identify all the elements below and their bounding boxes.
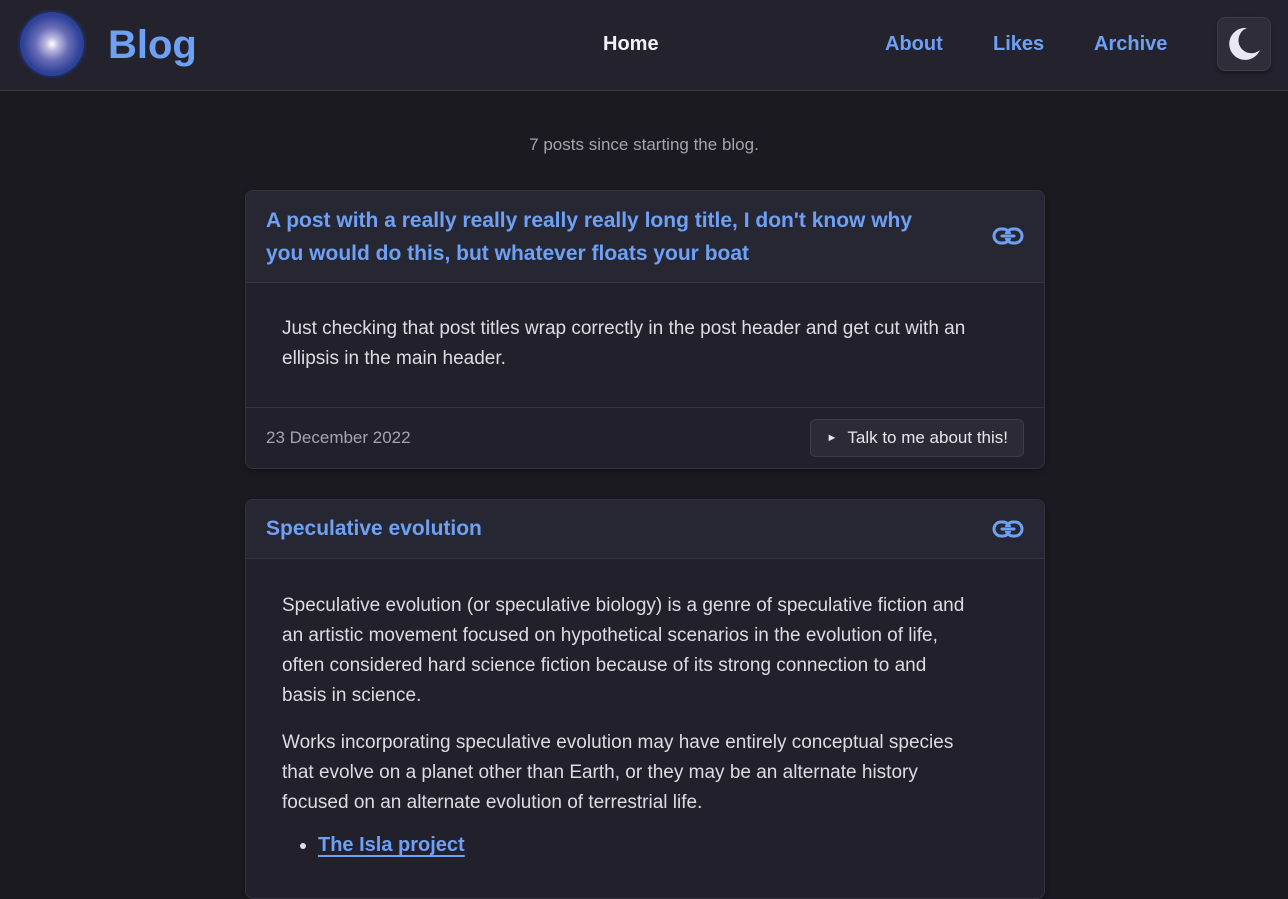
isla-project-link[interactable]: The Isla project	[318, 834, 465, 856]
post-date: 23 December 2022	[266, 428, 411, 447]
play-triangle-icon: ►	[826, 432, 838, 444]
moon-icon	[1229, 27, 1260, 60]
post-title[interactable]: A post with a really really really reall…	[266, 204, 966, 270]
post-paragraph: Speculative evolution (or speculative bi…	[282, 591, 1008, 711]
post-text-line: Works incorporating speculative evolutio…	[282, 732, 954, 753]
post-card: Speculative evolution Speculative evolut…	[245, 499, 1045, 899]
post-title-line[interactable]: A post with a really really really reall…	[266, 204, 966, 237]
nav-about[interactable]: About	[885, 31, 943, 57]
list-item: The Isla project	[318, 830, 1008, 860]
post-text-line: Just checking that post titles wrap corr…	[282, 318, 966, 339]
post-paragraph: Works incorporating speculative evolutio…	[282, 728, 1008, 818]
nav-likes[interactable]: Likes	[993, 31, 1044, 57]
permalink-icon[interactable]	[992, 519, 1024, 539]
post-text-line: Speculative evolution (or speculative bi…	[282, 595, 965, 616]
logo-orb[interactable]	[18, 10, 86, 78]
post-title-line[interactable]: you would do this, but whatever floats y…	[266, 237, 966, 270]
post-body: Just checking that post titles wrap corr…	[246, 283, 1044, 407]
post-header: A post with a really really really reall…	[246, 191, 1044, 283]
talk-button-label: Talk to me about this!	[847, 428, 1008, 447]
nav-home[interactable]: Home	[603, 31, 659, 57]
post-title[interactable]: Speculative evolution	[266, 512, 966, 545]
post-text-line: that evolve on a planet other than Earth…	[282, 762, 918, 783]
top-bar: Blog Home About Likes Archive	[0, 0, 1288, 91]
talk-to-me-button[interactable]: ► Talk to me about this!	[810, 419, 1024, 457]
post-body: Speculative evolution (or speculative bi…	[246, 559, 1044, 860]
post-text-line: ellipsis in the main header.	[282, 348, 506, 369]
post-text-line: focused on an alternate evolution of ter…	[282, 792, 703, 813]
post-link-list: The Isla project	[282, 830, 1008, 860]
post-count-summary: 7 posts since starting the blog.	[529, 135, 759, 154]
site-title[interactable]: Blog	[108, 22, 197, 68]
permalink-icon[interactable]	[992, 226, 1024, 246]
post-text-line: often considered hard science fiction be…	[282, 655, 927, 676]
post-card: A post with a really really really reall…	[245, 190, 1045, 469]
theme-toggle-button[interactable]	[1217, 17, 1271, 71]
post-footer: 23 December 2022 ► Talk to me about this!	[246, 407, 1044, 468]
post-text-line: basis in science.	[282, 685, 422, 706]
post-header: Speculative evolution	[246, 500, 1044, 559]
post-text-line: an artistic movement focused on hypothet…	[282, 625, 938, 646]
nav-archive[interactable]: Archive	[1094, 31, 1167, 57]
